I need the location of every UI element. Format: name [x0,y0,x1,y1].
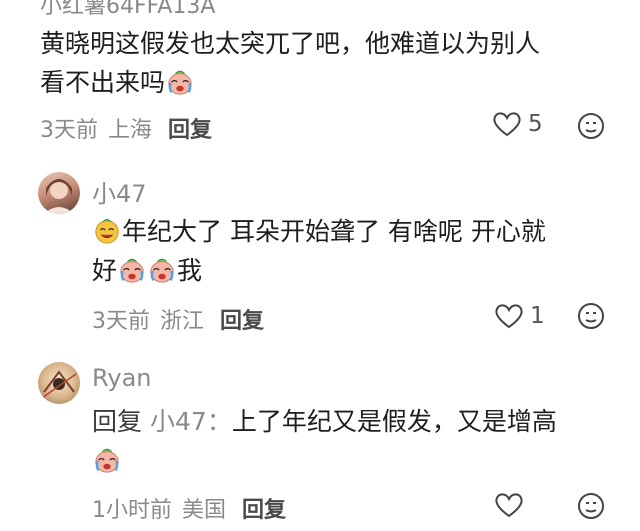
reply-button[interactable]: 回复 [168,112,212,144]
comment-meta: 3天前 上海 回复 [40,112,212,144]
reply-button[interactable]: 回复 [220,303,264,335]
avatar-photo [44,179,74,214]
cry-laugh-emoji-icon [118,256,146,284]
comment-username[interactable]: 小47 [92,174,147,209]
comment-line-2: 看不出来吗 [40,68,166,97]
comment-time: 3天前 [92,309,150,334]
comment-text: 年纪大了 耳朵开始聋了 有啥呢 开心就 好 我 [92,212,546,290]
comment-text: 回复 小47：上了年纪又是假发，又是增高 [92,402,557,480]
comment-line-2a: 好 [92,256,118,285]
comment-text: 黄晓明这假发也太突兀了吧，他难道以为别人 看不出来吗 [40,24,540,102]
comment-line-2b: 我 [177,256,203,285]
comment-location: 美国 [182,498,227,523]
comment-line-1: 黄晓明这假发也太突兀了吧，他难道以为别人 [40,29,541,58]
comment-meta: 1小时前 美国 回复 [92,492,286,524]
like-count: 5 [528,111,543,137]
emoji-face-icon[interactable] [576,301,606,331]
avatar[interactable] [38,172,80,214]
comment-time: 1小时前 [92,498,172,523]
heart-outline-icon [494,302,524,330]
like-count: 1 [530,303,545,329]
comment-username[interactable]: Ryan [92,364,151,392]
comment-location: 上海 [108,118,153,143]
heart-outline-icon [494,491,524,519]
comment-meta: 3天前 浙江 回复 [92,303,264,335]
emoji-face-icon[interactable] [576,491,606,521]
comment-line-1: 上了年纪又是假发，又是增高 [231,407,557,436]
truncated-username[interactable]: 小红薯64FFA13A [40,0,215,20]
cry-laugh-emoji-icon [166,68,194,96]
cry-laugh-emoji-icon [148,256,176,284]
happy-emoji-icon [93,217,121,245]
like-button[interactable]: 1 [494,302,545,330]
cry-laugh-emoji-icon [93,446,121,474]
reply-target-user[interactable]: 小47： [150,407,232,436]
heart-outline-icon [492,110,522,138]
like-button[interactable]: 5 [492,110,543,138]
like-button[interactable] [494,491,530,519]
comment-location: 浙江 [160,309,205,334]
comment-line-1: 年纪大了 耳朵开始聋了 有啥呢 开心就 [122,217,546,246]
comment-time: 3天前 [40,118,98,143]
avatar[interactable] [38,362,80,404]
emoji-face-icon[interactable] [576,111,606,141]
reply-prefix: 回复 [92,407,143,436]
avatar-illustration [41,370,77,399]
reply-button[interactable]: 回复 [242,492,286,524]
